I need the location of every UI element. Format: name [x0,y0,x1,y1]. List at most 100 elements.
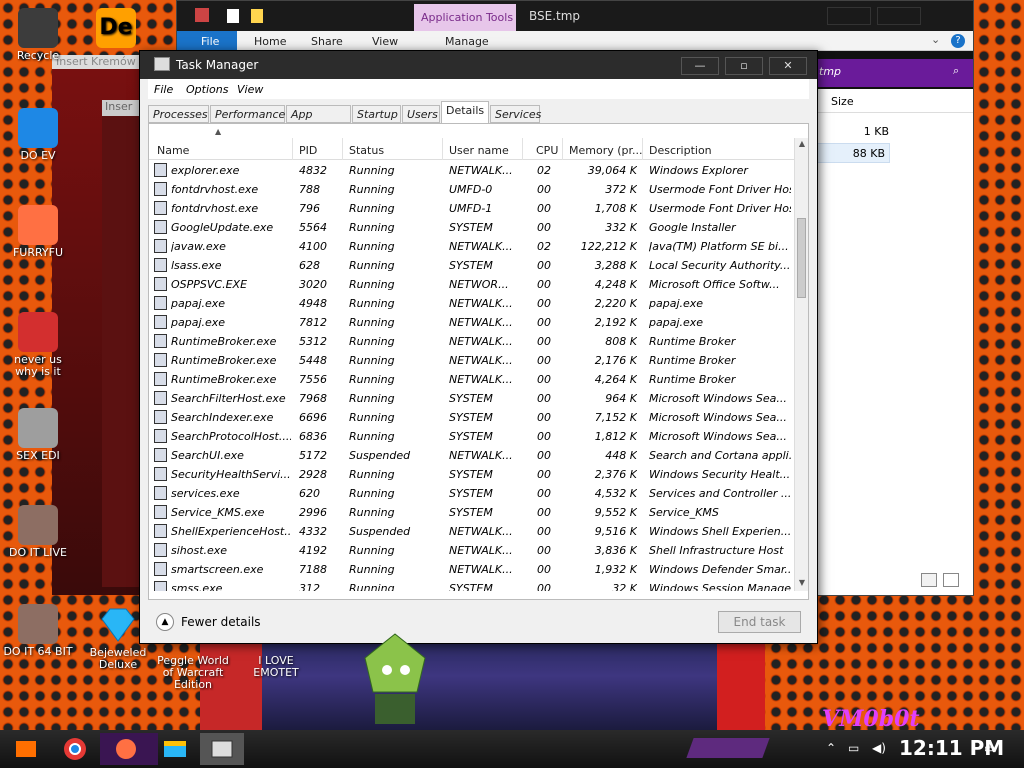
ribbon-home-tab[interactable]: Home [254,35,286,48]
minimize-button[interactable] [827,7,871,25]
scroll-up-arrow-icon[interactable]: ▲ [796,139,808,151]
menu-view[interactable]: View [237,83,263,96]
table-row[interactable]: explorer.exe 4832 Running NETWALK... 02 39,06… [149,161,795,180]
tab-processes[interactable]: Processes [148,105,209,123]
table-row[interactable]: javaw.exe 4100 Running NETWALK... 02 122,212 … [149,237,795,256]
explorer-titlebar[interactable]: Application Tools BSE.tmp [177,1,973,51]
scroll-down-arrow-icon[interactable]: ▼ [796,578,808,590]
ribbon-view-tab[interactable]: View [372,35,398,48]
task-manager-window[interactable]: Task Manager — ▫ ✕ File Options View Pro… [139,50,818,644]
properties-icon[interactable] [227,9,239,23]
ribbon-share-tab[interactable]: Share [311,35,343,48]
tab-details[interactable]: Details [441,101,489,123]
selected-row[interactable]: 88 KB [817,143,890,163]
column-divider[interactable] [342,138,343,160]
table-row[interactable]: papaj.exe 4948 Running NETWALK... 00 2,220 K p… [149,294,795,313]
column-divider[interactable] [442,138,443,160]
col-cpu[interactable]: CPU [536,144,558,157]
desktop-icon[interactable]: DO IT 64 BIT [2,604,74,658]
details-view-icon[interactable] [921,573,937,587]
table-row[interactable]: fontdrvhost.exe 796 Running UMFD-1 00 1,708 K… [149,199,795,218]
column-divider[interactable] [562,138,563,160]
table-row[interactable]: SearchUI.exe 5172 Suspended NETWALK... 00 448… [149,446,795,465]
maximize-button[interactable]: ▫ [725,57,763,75]
process-icon [154,391,167,405]
desktop-icon[interactable]: DO EV [2,108,74,162]
file-list-pane[interactable]: Size 1 KB 88 KB [817,89,973,595]
chevron-up-icon[interactable]: ▲ [156,613,174,631]
table-row[interactable]: SearchFilterHost.exe 7968 Running SYSTEM 00 9… [149,389,795,408]
table-row[interactable]: SecurityHealthServi... 2928 Running SYSTEM 0… [149,465,795,484]
chevron-up-icon[interactable]: ⌃ [826,741,836,755]
network-icon[interactable]: ▭ [848,741,859,755]
app-icon [195,8,209,22]
column-divider[interactable] [642,138,643,160]
table-row[interactable]: papaj.exe 7812 Running NETWALK... 00 2,192 K p… [149,313,795,332]
col-status[interactable]: Status [349,144,384,157]
col-user[interactable]: User name [449,144,509,157]
table-row[interactable]: Service_KMS.exe 2996 Running SYSTEM 00 9,552 … [149,503,795,522]
cell-desc: Microsoft Windows Sea... [649,392,787,405]
minimize-button[interactable]: — [681,57,719,75]
cell-mem: 2,376 K [594,468,637,481]
column-divider[interactable] [522,138,523,160]
chrome-icon[interactable] [55,733,95,765]
ribbon-file-tab[interactable]: File [177,31,237,51]
desktop-icon[interactable]: DO IT LIVE [2,505,74,559]
task-manager-titlebar[interactable]: Task Manager — ▫ ✕ [140,51,817,79]
help-icon[interactable]: ? [951,34,965,48]
notification-icon[interactable]: ▭ [984,741,995,755]
table-row[interactable]: SearchProtocolHost.... 6836 Running SYSTEM 0… [149,427,795,446]
table-row[interactable]: GoogleUpdate.exe 5564 Running SYSTEM 00 332 K… [149,218,795,237]
volume-icon[interactable]: ◀) [872,741,886,755]
desktop-icon-emotet[interactable]: I LOVE EMOTET [236,655,316,679]
column-divider[interactable] [292,138,293,160]
table-row[interactable]: SearchIndexer.exe 6696 Running SYSTEM 00 7,15… [149,408,795,427]
menu-options[interactable]: Options [186,83,228,96]
col-memory[interactable]: Memory (pr... [569,144,643,157]
large-icons-view-icon[interactable] [943,573,959,587]
tab-services[interactable]: Services [490,105,541,123]
tab-app-history[interactable]: App history [286,105,351,134]
tab-startup[interactable]: Startup [352,105,401,123]
desktop-icon-de[interactable]: De [80,8,152,50]
fewer-details-link[interactable]: Fewer details [181,615,261,629]
task-manager-taskbar-icon[interactable] [200,733,244,765]
file-explorer-icon[interactable] [155,733,195,765]
maximize-button[interactable] [877,7,921,25]
end-task-button[interactable]: End task [718,611,801,633]
table-row[interactable]: lsass.exe 628 Running SYSTEM 00 3,288 K Local … [149,256,795,275]
desktop-icon-peggle[interactable]: Peggle World of Warcraft Edition [152,655,234,691]
desktop-icon[interactable]: SEX EDI [2,408,74,462]
table-row[interactable]: sihost.exe 4192 Running NETWALK... 00 3,836 K… [149,541,795,560]
desktop-icon[interactable]: FURRYFU [2,205,74,259]
app-icon [18,205,58,245]
tab-performance[interactable]: Performance [210,105,285,123]
close-button[interactable]: ✕ [769,57,807,75]
size-column-header[interactable]: Size [817,89,973,113]
table-row[interactable]: RuntimeBroker.exe 5312 Running NETWALK... 00… [149,332,795,351]
table-row[interactable]: RuntimeBroker.exe 7556 Running NETWALK... 00… [149,370,795,389]
menu-file[interactable]: File [154,83,173,96]
firefox-icon[interactable] [100,733,158,765]
folder-icon[interactable] [251,9,263,23]
vertical-scrollbar[interactable]: ▲ ▼ [794,138,808,591]
search-bar[interactable]: tmp ⌕ [817,59,973,87]
scroll-thumb[interactable] [797,218,806,298]
ribbon-manage-tab[interactable]: Manage [445,35,489,48]
col-name[interactable]: Name [157,144,189,157]
col-description[interactable]: Description [649,144,712,157]
desktop-icon[interactable]: Recycle [2,8,74,62]
desktop-icon[interactable]: never us why is it [2,312,74,378]
table-row[interactable]: smss.exe 312 Running SYSTEM 00 32 K Windows Se… [149,579,795,591]
table-row[interactable]: fontdrvhost.exe 788 Running UMFD-0 00 372 K Us… [149,180,795,199]
table-row[interactable]: OSPPSVC.EXE 3020 Running NETWOR... 00 4,248 K… [149,275,795,294]
table-row[interactable]: services.exe 620 Running SYSTEM 00 4,532 K Ser… [149,484,795,503]
start-button[interactable] [6,733,46,765]
chevron-down-icon[interactable]: ⌄ [931,33,940,46]
table-row[interactable]: ShellExperienceHost... 4332 Suspended NETWA… [149,522,795,541]
table-row[interactable]: RuntimeBroker.exe 5448 Running NETWALK... 00… [149,351,795,370]
col-pid[interactable]: PID [299,144,317,157]
table-row[interactable]: smartscreen.exe 7188 Running NETWALK... 00 1,… [149,560,795,579]
tab-users[interactable]: Users [402,105,440,123]
